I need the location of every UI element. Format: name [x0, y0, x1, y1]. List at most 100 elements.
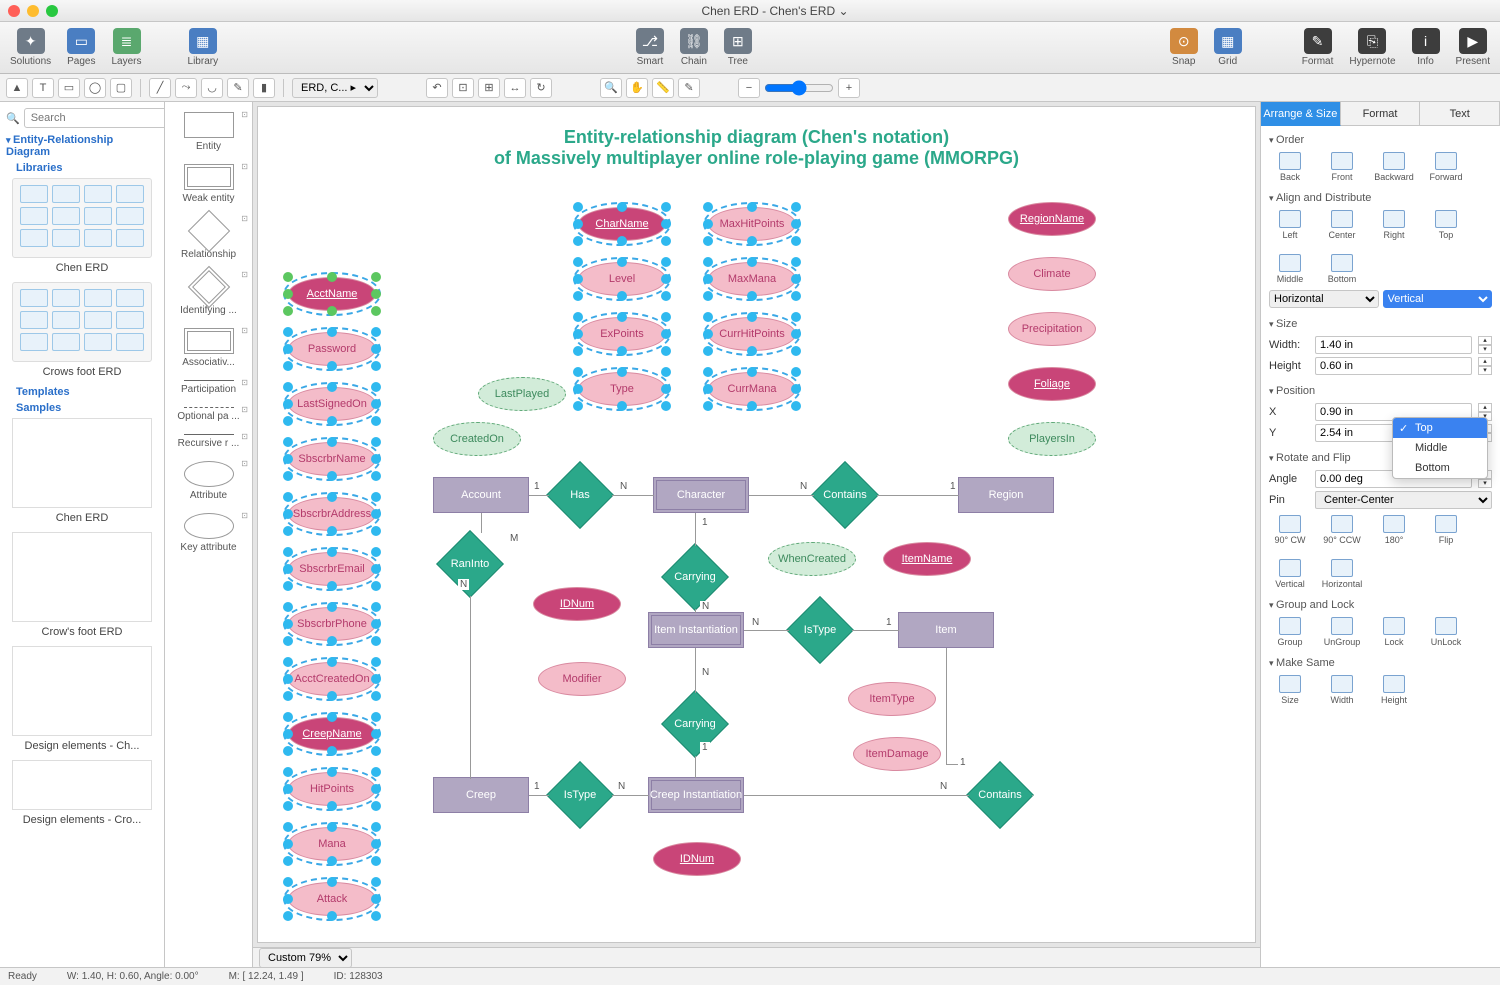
dd-item-middle[interactable]: Middle	[1393, 438, 1487, 458]
entity-region[interactable]: Region	[958, 477, 1054, 513]
undo-button[interactable]: ↶	[426, 78, 448, 98]
rel-contains[interactable]: Contains	[813, 463, 877, 527]
rotate-180-[interactable]: 180°	[1375, 515, 1413, 545]
present-button[interactable]: ▶Present	[1452, 26, 1494, 69]
shape-attribute[interactable]: Attribute⊡	[165, 455, 252, 507]
attr-type[interactable]: Type	[578, 372, 666, 406]
sample-thumb-4[interactable]	[12, 760, 152, 810]
zoom-tool[interactable]: 🔍	[600, 78, 622, 98]
attr-precipitation[interactable]: Precipitation	[1008, 312, 1096, 346]
attr-itemtype[interactable]: ItemType	[848, 682, 936, 716]
breadcrumb-select[interactable]: ERD, C... ▸	[292, 78, 378, 98]
shape-associativ-[interactable]: Associativ...⊡	[165, 322, 252, 374]
attr-currhitpoints[interactable]: CurrHitPoints	[708, 317, 796, 351]
rotate-90-cw[interactable]: 90° CW	[1271, 515, 1309, 545]
close-icon[interactable]	[8, 5, 20, 17]
attr-creepname[interactable]: CreepName	[288, 717, 376, 751]
attr-acctname[interactable]: AcctName	[288, 277, 376, 311]
distribute-op-button[interactable]: ↔	[504, 78, 526, 98]
zoom-out-button[interactable]: −	[738, 78, 760, 98]
pointer-tool[interactable]: ▲	[6, 78, 28, 98]
pen-tool[interactable]: ✎	[227, 78, 249, 98]
height-up[interactable]: ▴	[1478, 357, 1492, 366]
nav-templates[interactable]: Templates	[6, 386, 158, 398]
group-ungroup[interactable]: UnGroup	[1323, 617, 1361, 647]
attr-createdon[interactable]: CreatedOn	[433, 422, 521, 456]
order-forward[interactable]: Forward	[1427, 152, 1465, 182]
sample-thumb-1[interactable]	[12, 418, 152, 508]
shape-key-attribute[interactable]: Key attribute⊡	[165, 507, 252, 559]
width-down[interactable]: ▾	[1478, 345, 1492, 354]
attr-sbscrbremail[interactable]: SbscrbrEmail	[288, 552, 376, 586]
arc-tool[interactable]: ◡	[201, 78, 223, 98]
align-right[interactable]: Right	[1375, 210, 1413, 240]
expand-icon[interactable]: ⊡	[241, 405, 248, 414]
attr-itemname[interactable]: ItemName	[883, 542, 971, 576]
nav-libraries[interactable]: Libraries	[6, 162, 158, 174]
sec-position[interactable]: Position	[1269, 385, 1492, 397]
minimize-icon[interactable]	[27, 5, 39, 17]
sec-align[interactable]: Align and Distribute	[1269, 192, 1492, 204]
rotate-vertical[interactable]: Vertical	[1271, 559, 1309, 589]
pages-button[interactable]: ▭Pages	[63, 26, 99, 69]
grid-button[interactable]: ▦Grid	[1210, 26, 1246, 69]
library-button[interactable]: ▦Library	[184, 26, 223, 69]
rotate-op-button[interactable]: ↻	[530, 78, 552, 98]
order-back[interactable]: Back	[1271, 152, 1309, 182]
attr-climate[interactable]: Climate	[1008, 257, 1096, 291]
attr-level[interactable]: Level	[578, 262, 666, 296]
group-op-button[interactable]: ⊡	[452, 78, 474, 98]
sec-order[interactable]: Order	[1269, 134, 1492, 146]
align-bottom[interactable]: Bottom	[1323, 254, 1361, 284]
entity-character[interactable]: Character	[653, 477, 749, 513]
pin-select[interactable]: Center-Center	[1315, 491, 1492, 509]
expand-icon[interactable]: ⊡	[241, 326, 248, 335]
attr-mana[interactable]: Mana	[288, 827, 376, 861]
solutions-button[interactable]: ✦Solutions	[6, 26, 55, 69]
height-input[interactable]	[1315, 357, 1472, 375]
expand-icon[interactable]: ⊡	[241, 511, 248, 520]
sec-size[interactable]: Size	[1269, 318, 1492, 330]
expand-icon[interactable]: ⊡	[241, 378, 248, 387]
shape-identifying-[interactable]: Identifying ...⊡	[165, 266, 252, 322]
attr-maxmana[interactable]: MaxMana	[708, 262, 796, 296]
shape-recursive-r-[interactable]: Recursive r ...⊡	[165, 428, 252, 455]
attr-modifier[interactable]: Modifier	[538, 662, 626, 696]
attr-password[interactable]: Password	[288, 332, 376, 366]
expand-icon[interactable]: ⊡	[241, 214, 248, 223]
lib-thumb-chen[interactable]	[12, 178, 152, 258]
search-input[interactable]	[24, 108, 165, 128]
rel-istype[interactable]: IsType	[548, 763, 612, 827]
connector-tool[interactable]: ⤳	[175, 78, 197, 98]
align-top[interactable]: Top	[1427, 210, 1465, 240]
rotate-flip[interactable]: Flip	[1427, 515, 1465, 545]
text-tool[interactable]: T	[32, 78, 54, 98]
expand-icon[interactable]: ⊡	[241, 162, 248, 171]
attr-idnum[interactable]: IDNum	[533, 587, 621, 621]
attr-itemdamage[interactable]: ItemDamage	[853, 737, 941, 771]
tab-text[interactable]: Text	[1420, 102, 1500, 126]
width-input[interactable]	[1315, 336, 1472, 354]
attr-expoints[interactable]: ExPoints	[578, 317, 666, 351]
ellipse-tool[interactable]: ◯	[84, 78, 106, 98]
snap-button[interactable]: ⊙Snap	[1166, 26, 1202, 69]
height-down[interactable]: ▾	[1478, 366, 1492, 375]
attr-hitpoints[interactable]: HitPoints	[288, 772, 376, 806]
same-height[interactable]: Height	[1375, 675, 1413, 705]
lib-thumb-crows[interactable]	[12, 282, 152, 362]
zoom-slider[interactable]	[764, 80, 834, 96]
entity-item-instantiation[interactable]: Item Instantiation	[648, 612, 744, 648]
sec-group[interactable]: Group and Lock	[1269, 599, 1492, 611]
order-front[interactable]: Front	[1323, 152, 1361, 182]
hypernote-button[interactable]: ⎘Hypernote	[1345, 26, 1399, 69]
attr-foliage[interactable]: Foliage	[1008, 367, 1096, 401]
chain-button[interactable]: ⛓Chain	[676, 26, 712, 69]
expand-icon[interactable]: ⊡	[241, 110, 248, 119]
zoom-select[interactable]: Custom 79%	[259, 948, 352, 968]
highlighter-tool[interactable]: ▮	[253, 78, 275, 98]
expand-icon[interactable]: ⊡	[241, 270, 248, 279]
rotate-90-ccw[interactable]: 90° CCW	[1323, 515, 1361, 545]
shape-weak-entity[interactable]: Weak entity⊡	[165, 158, 252, 210]
expand-icon[interactable]: ⊡	[241, 459, 248, 468]
align-middle[interactable]: Middle	[1271, 254, 1309, 284]
